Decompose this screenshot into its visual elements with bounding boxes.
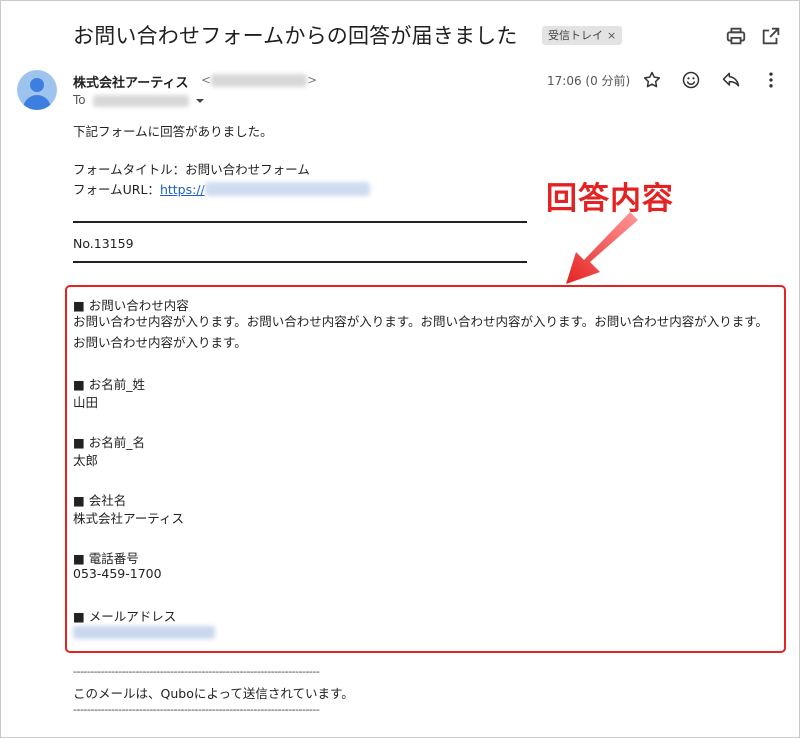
response-number: No.13159 (73, 236, 134, 251)
to-label: To (73, 93, 86, 107)
email-subject: お問い合わせフォームからの回答が届きました (73, 24, 518, 48)
form-title-line: フォームタイトル：お問い合わせフォーム (73, 162, 310, 177)
print-icon[interactable] (725, 25, 747, 47)
star-icon[interactable] (642, 70, 662, 90)
divider-top (73, 221, 527, 223)
field-value-last-name: 山田 (73, 395, 99, 410)
sender-name[interactable]: 株式会社アーティス (73, 72, 188, 91)
callout-arrow-icon (566, 212, 638, 284)
intro-text: 下記フォームに回答がありました。 (73, 124, 273, 139)
form-url-line: フォームURL：https:// (73, 179, 370, 198)
reply-icon[interactable] (721, 70, 741, 90)
recipient-line: To (73, 93, 207, 107)
footer-divider-top: ----------------------------------------… (73, 665, 320, 678)
open-in-new-icon[interactable] (760, 25, 782, 47)
emoji-icon[interactable] (681, 70, 701, 90)
field-label-email: ■ メールアドレス (73, 609, 177, 624)
field-label-company: ■ 会社名 (73, 493, 127, 508)
field-value-company: 株式会社アーティス (73, 511, 185, 526)
sender-email-redacted: < > (201, 73, 318, 87)
footer-note: このメールは、Quboによって送信されています。 (73, 686, 354, 701)
divider-bottom (73, 261, 527, 263)
form-url-link[interactable]: https:// (160, 182, 205, 197)
field-value-phone: 053-459-1700 (73, 566, 162, 581)
field-label-first-name: ■ お名前_名 (73, 435, 146, 450)
field-value-email-redacted (73, 626, 215, 642)
sender-avatar[interactable] (17, 70, 57, 110)
form-url-label: フォームURL： (73, 182, 160, 197)
more-vert-icon[interactable] (761, 70, 781, 90)
recipient-details-chevron-icon[interactable] (193, 93, 207, 107)
field-label-phone: ■ 電話番号 (73, 551, 139, 566)
inbox-label-chip[interactable]: 受信トレイ × (542, 26, 623, 45)
field-label-last-name: ■ お名前_姓 (73, 377, 146, 392)
remove-label-icon[interactable]: × (607, 29, 616, 42)
footer-divider-bottom: ----------------------------------------… (73, 703, 320, 716)
field-value-inquiry: お問い合わせ内容が入ります。お問い合わせ内容が入ります。お問い合わせ内容が入りま… (73, 314, 769, 350)
received-time: 17:06 (0 分前) (547, 74, 631, 88)
email-window: お問い合わせフォームからの回答が届きました 受信トレイ × 株式会社アーティス <… (0, 0, 800, 738)
field-value-first-name: 太郎 (73, 453, 99, 468)
recipient-redacted (93, 94, 190, 107)
inbox-label-text: 受信トレイ (548, 29, 603, 42)
form-url-redacted (204, 182, 370, 196)
